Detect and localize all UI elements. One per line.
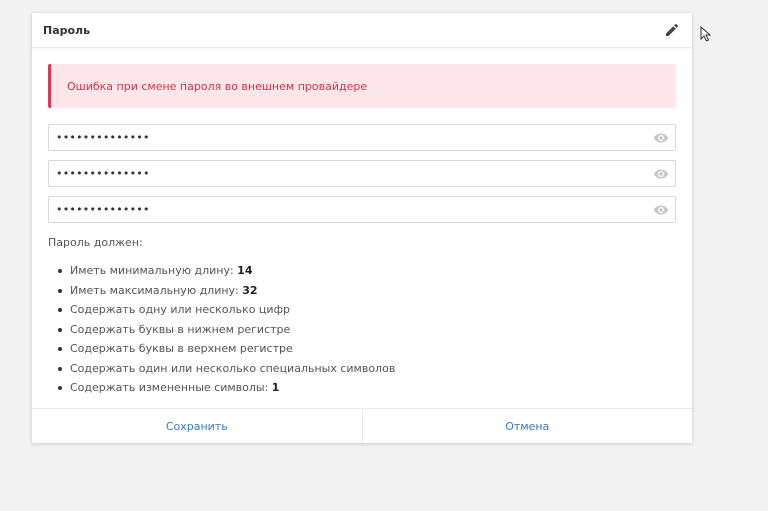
current-password-input[interactable] bbox=[49, 125, 643, 150]
edit-button[interactable] bbox=[664, 22, 680, 38]
cancel-button[interactable]: Отмена bbox=[361, 409, 693, 443]
rule-item: Содержать один или несколько специальных… bbox=[58, 359, 676, 379]
new-password-input[interactable] bbox=[49, 161, 643, 186]
rule-item: Иметь максимальную длину: 32 bbox=[58, 281, 676, 301]
rule-item: Содержать буквы в верхнем регистре bbox=[58, 339, 676, 359]
rule-text: Содержать один или несколько специальных… bbox=[70, 361, 396, 375]
password-rules-title: Пароль должен: bbox=[48, 236, 143, 249]
save-button[interactable]: Сохранить bbox=[32, 409, 362, 443]
rule-item: Содержать измененные символы: 1 bbox=[58, 378, 676, 398]
card-header: Пароль bbox=[32, 13, 692, 48]
rule-text: Содержать измененные символы: bbox=[70, 381, 272, 394]
mouse-cursor-icon bbox=[700, 26, 712, 42]
rule-text: Содержать буквы в верхнем регистре bbox=[70, 342, 293, 355]
eye-icon bbox=[653, 169, 669, 179]
show-password-button[interactable] bbox=[653, 167, 669, 181]
password-card: Пароль Ошибка при смене пароля во внешне… bbox=[32, 13, 692, 443]
error-message: Ошибка при смене пароля во внешнем прова… bbox=[67, 79, 368, 93]
eye-icon bbox=[653, 205, 669, 215]
card-footer: Сохранить Отмена bbox=[32, 408, 692, 443]
rule-text: Содержать одну или несколько цифр bbox=[70, 303, 290, 316]
rule-item: Содержать одну или несколько цифр bbox=[58, 300, 676, 320]
confirm-password-input[interactable] bbox=[49, 197, 643, 222]
card-body: Ошибка при смене пароля во внешнем прова… bbox=[32, 48, 692, 398]
eye-icon bbox=[653, 133, 669, 143]
current-password-field bbox=[48, 124, 676, 151]
rule-value: 32 bbox=[242, 283, 258, 297]
rule-text: Иметь минимальную длину: bbox=[70, 264, 238, 277]
rule-text: Иметь максимальную длину: bbox=[70, 283, 243, 297]
show-password-button[interactable] bbox=[653, 203, 669, 217]
card-title: Пароль bbox=[43, 23, 91, 37]
show-password-button[interactable] bbox=[653, 131, 669, 145]
password-rules-list: Иметь минимальную длину: 14 Иметь максим… bbox=[48, 261, 676, 398]
rule-value: 14 bbox=[237, 264, 253, 277]
confirm-password-field bbox=[48, 196, 676, 223]
rule-item: Содержать буквы в нижнем регистре bbox=[58, 320, 676, 340]
new-password-field bbox=[48, 160, 676, 187]
rule-text: Содержать буквы в нижнем регистре bbox=[70, 322, 291, 336]
rule-value: 1 bbox=[271, 381, 280, 394]
error-alert: Ошибка при смене пароля во внешнем прова… bbox=[48, 64, 676, 108]
rule-item: Иметь минимальную длину: 14 bbox=[58, 261, 676, 281]
pencil-icon bbox=[666, 23, 679, 36]
